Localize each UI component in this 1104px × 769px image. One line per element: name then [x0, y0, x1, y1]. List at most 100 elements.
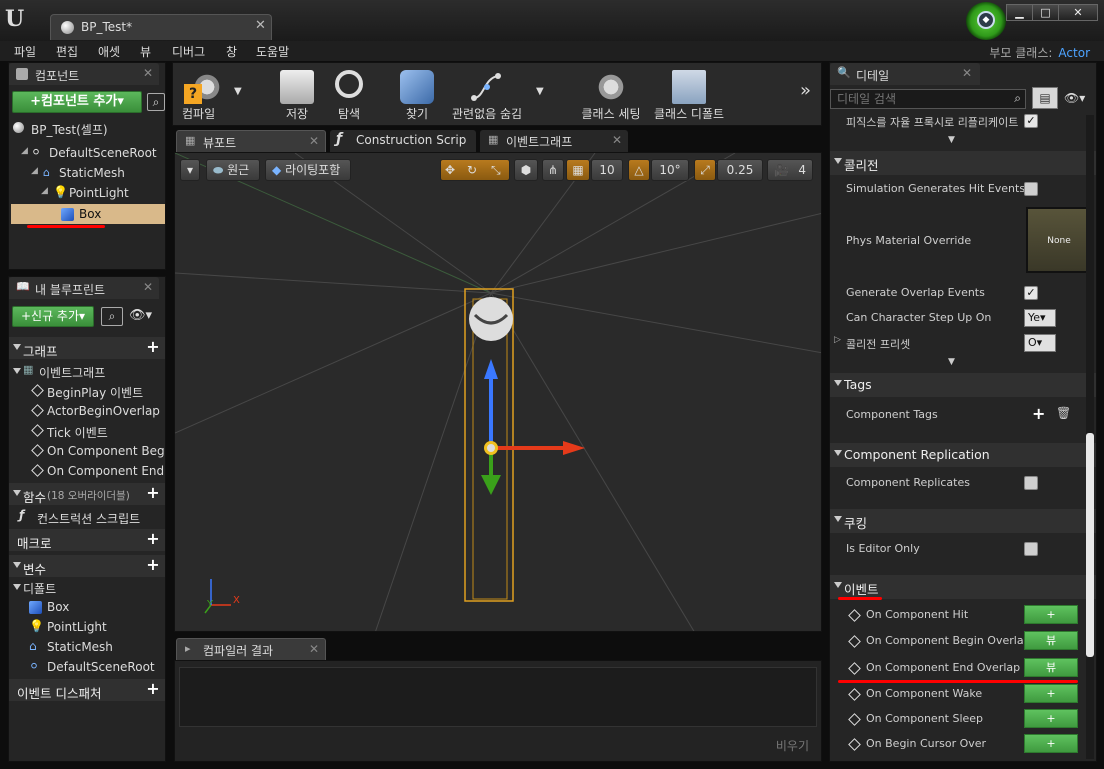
tree-item-defaultsceneroot[interactable]: ◢ ⚪ DefaultSceneRoot [9, 143, 165, 163]
add-dispatcher-plus-icon[interactable]: + [145, 681, 161, 697]
tree-item-staticmesh[interactable]: ◢ ⌂ StaticMesh [9, 163, 165, 183]
scale-snap-value[interactable]: 0.25 [717, 159, 763, 181]
collision-presets-dropdown[interactable]: O▾ [1024, 334, 1056, 352]
add-tag-plus-icon[interactable]: + [1032, 404, 1045, 423]
editor-only-checkbox[interactable] [1024, 542, 1038, 556]
scale-snap-icon[interactable]: ⤢ [694, 159, 716, 181]
close-tab-icon[interactable]: ✕ [309, 642, 319, 656]
event-item[interactable]: ActorBeginOverlap [9, 401, 165, 421]
document-tab[interactable]: BP_Test* ✕ [50, 14, 272, 40]
add-component-button[interactable]: +컴포넌트 추가▾ [12, 91, 142, 113]
search-icon[interactable]: ⌕ [1014, 91, 1021, 106]
tab-viewport[interactable]: ▦ 뷰포트 ✕ [176, 130, 326, 152]
expand-arrow-icon[interactable]: ◢ [31, 166, 38, 176]
advanced-expand-icon[interactable]: ▼ [948, 357, 955, 367]
add-event-button[interactable]: + [1024, 684, 1078, 703]
graphs-section[interactable]: 그래프 + [9, 337, 165, 359]
close-tab-icon[interactable]: ✕ [143, 66, 153, 80]
rotation-snap-value[interactable]: 10° [651, 159, 689, 181]
close-tab-icon[interactable]: ✕ [255, 18, 266, 33]
close-tab-icon[interactable]: ✕ [309, 134, 319, 148]
scale-icon[interactable]: ⤡ [491, 160, 501, 180]
expand-arrow-icon[interactable]: ▷ [834, 335, 841, 345]
replication-section[interactable]: Component Replication [830, 443, 1096, 467]
variable-item[interactable]: Box [9, 597, 165, 617]
view-event-button[interactable]: 뷰 [1024, 658, 1078, 677]
rotate-icon[interactable]: ↻ [467, 160, 477, 180]
advanced-expand-icon[interactable]: ▼ [948, 135, 955, 145]
viewport[interactable]: X Y [174, 152, 822, 632]
transform-tools[interactable]: ✥ ↻ ⤡ [440, 159, 510, 181]
details-tab[interactable]: 🔍 디테일 ✕ [830, 63, 980, 85]
details-search-input[interactable] [831, 90, 1007, 108]
toolbar-overflow-icon[interactable]: » [800, 80, 811, 101]
view-event-button[interactable]: 뷰 [1024, 631, 1078, 650]
menu-edit[interactable]: 편집 [56, 43, 78, 60]
gen-overlap-checkbox[interactable]: ✓ [1024, 286, 1038, 300]
events-section[interactable]: 이벤트 [830, 575, 1096, 599]
tree-item-box[interactable]: Box [11, 204, 165, 224]
add-function-plus-icon[interactable]: + [145, 485, 161, 501]
component-replicates-checkbox[interactable] [1024, 476, 1038, 490]
functions-section[interactable]: 함수 (18 오버라이더블) + [9, 483, 165, 505]
char-step-dropdown[interactable]: Ye▾ [1024, 309, 1056, 327]
details-scrollbar-thumb[interactable] [1086, 433, 1094, 657]
sim-hit-events-checkbox[interactable] [1024, 182, 1038, 196]
add-new-button[interactable]: +신규 추가▾ [12, 306, 94, 327]
lit-button[interactable]: ◆ 라이팅포함 [265, 159, 351, 181]
hide-unrelated-button[interactable]: 관련없음 숨김 [452, 66, 522, 124]
grid-snap-value[interactable]: 10 [591, 159, 623, 181]
add-event-button[interactable]: + [1024, 709, 1078, 728]
menu-view[interactable]: 뷰 [140, 43, 151, 60]
surface-snap-icon[interactable]: ⋔ [542, 159, 564, 181]
event-graph-item[interactable]: ▦ 이벤트그래프 [9, 361, 165, 381]
macros-section[interactable]: 매크로 + [9, 529, 165, 551]
class-settings-button[interactable]: 클래스 세팅 [576, 66, 646, 124]
menu-help[interactable]: 도움말 [256, 43, 289, 60]
close-tab-icon[interactable]: ✕ [962, 66, 972, 80]
add-graph-plus-icon[interactable]: + [145, 339, 161, 355]
translate-icon[interactable]: ✥ [445, 160, 455, 180]
event-item[interactable]: On Component Beg [9, 441, 165, 461]
eye-visibility-icon[interactable]: 👁▾ [129, 308, 152, 323]
property-matrix-icon[interactable]: ▤ [1032, 87, 1058, 109]
add-event-button[interactable]: + [1024, 605, 1078, 624]
event-item[interactable]: On Component End [9, 461, 165, 481]
collision-presets-row[interactable]: ▷ 콜리전 프리셋 O▾ [830, 331, 1090, 355]
tags-section[interactable]: Tags [830, 373, 1096, 397]
self-item[interactable]: BP_Test(셀프) [9, 118, 165, 138]
components-tab[interactable]: 컴포넌트 ✕ [9, 63, 159, 85]
browse-button[interactable]: 탐색 [314, 66, 384, 124]
find-button[interactable]: 찾기 [382, 66, 452, 124]
source-control-button[interactable]: ◆ [960, 0, 1012, 42]
collision-section[interactable]: 콜리전 [830, 151, 1096, 175]
add-variable-plus-icon[interactable]: + [145, 557, 161, 573]
add-event-button[interactable]: + [1024, 734, 1078, 753]
tab-event-graph[interactable]: ▦ 이벤트그래프 ✕ [480, 130, 628, 152]
expand-arrow-icon[interactable]: ◢ [21, 146, 28, 156]
menu-window[interactable]: 창 [226, 43, 237, 60]
variable-item[interactable]: ⚪ DefaultSceneRoot [9, 657, 165, 677]
event-item[interactable]: Tick 이벤트 [9, 421, 165, 441]
minimize-button[interactable]: ▁ [1006, 4, 1033, 21]
clear-button[interactable]: 비우기 [776, 737, 809, 754]
hide-unrelated-dropdown-icon[interactable]: ▼ [536, 86, 544, 97]
event-dispatchers-section[interactable]: 이벤트 디스패처 + [9, 679, 165, 701]
camera-speed-button[interactable]: 🎥 4 [767, 159, 813, 181]
expand-arrow-icon[interactable]: ◢ [41, 186, 48, 196]
add-macro-plus-icon[interactable]: + [145, 531, 161, 547]
compile-dropdown-icon[interactable]: ▼ [234, 86, 242, 97]
menu-asset[interactable]: 애셋 [98, 43, 120, 60]
menu-debug[interactable]: 디버그 [172, 43, 205, 60]
variables-section[interactable]: 변수 + [9, 555, 165, 577]
trash-icon[interactable]: 🗑 [1056, 406, 1071, 420]
event-item[interactable]: BeginPlay 이벤트 [9, 381, 165, 401]
search-icon[interactable]: ⌕ [101, 307, 123, 326]
menu-file[interactable]: 파일 [14, 43, 36, 60]
viewport-options-dropdown[interactable]: ▾ [180, 159, 200, 181]
parent-class-link[interactable]: Actor [1058, 46, 1090, 60]
tab-construction-script[interactable]: ƒ Construction Scrip [330, 130, 476, 152]
close-tab-icon[interactable]: ✕ [612, 133, 622, 147]
compile-button[interactable]: ? 컴파일 [172, 66, 242, 124]
components-group[interactable]: 디폴트 [9, 577, 165, 597]
